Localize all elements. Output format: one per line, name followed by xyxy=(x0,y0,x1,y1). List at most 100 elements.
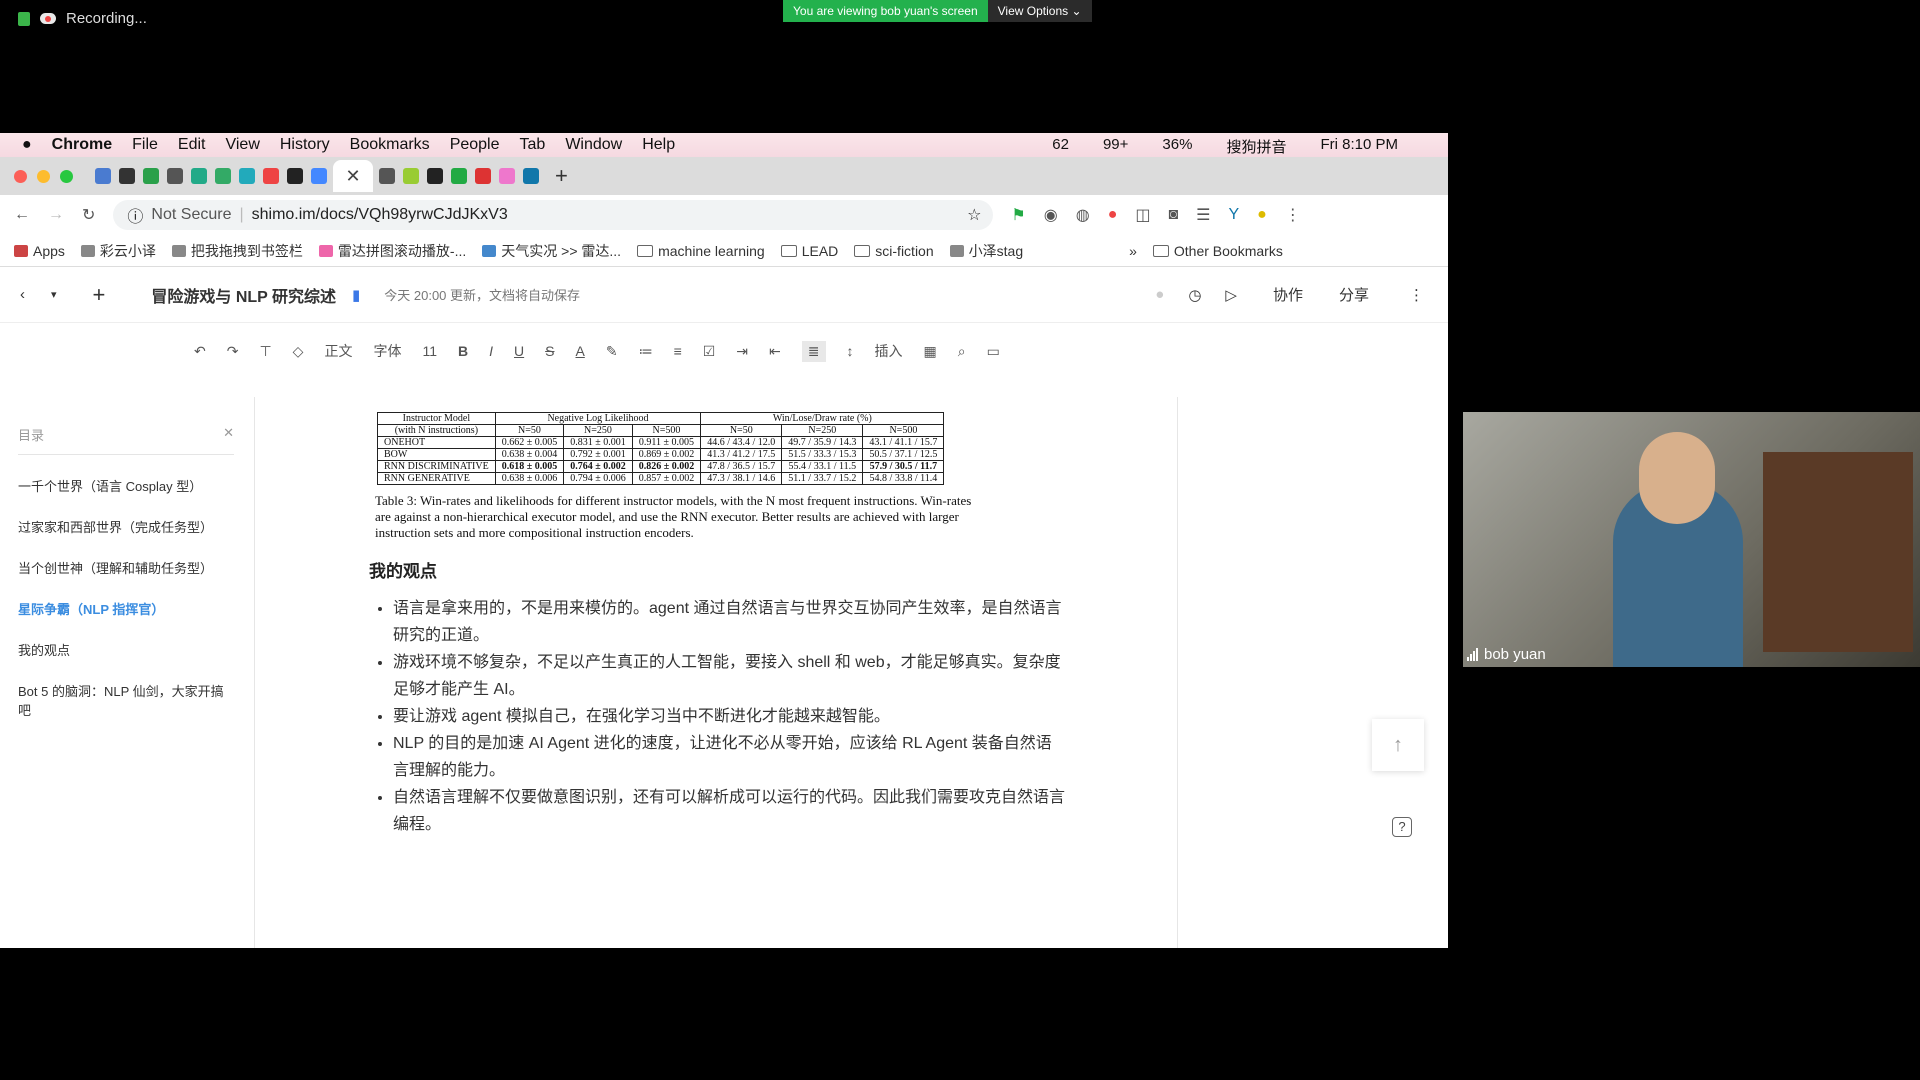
more-icon[interactable]: ⋮ xyxy=(1409,286,1424,304)
tab-favicon[interactable] xyxy=(119,168,135,184)
find-icon[interactable]: ⌕ xyxy=(958,343,966,360)
table-icon[interactable]: ▦ xyxy=(924,343,937,360)
profile-icon[interactable]: ● xyxy=(1257,206,1267,224)
align-icon[interactable]: ≣ xyxy=(801,340,826,362)
tab-favicon[interactable] xyxy=(215,168,231,184)
redo-icon[interactable]: ↷ xyxy=(227,343,239,360)
insert-menu[interactable]: 插入 xyxy=(875,341,903,361)
view-options-button[interactable]: View Options ⌄ xyxy=(987,0,1092,22)
bookmark-folder[interactable]: sci-fiction xyxy=(854,243,934,259)
tab-favicon[interactable] xyxy=(451,168,467,184)
close-toc-icon[interactable]: ✕ xyxy=(223,425,234,444)
toc-item-active[interactable]: 星际争霸（NLP 指挥官） xyxy=(18,600,234,619)
tab-favicon[interactable] xyxy=(95,168,111,184)
extension-icon[interactable]: ⚑ xyxy=(1011,205,1025,225)
tab-favicon[interactable] xyxy=(311,168,327,184)
outdent-icon[interactable]: ⇤ xyxy=(769,343,781,360)
tab-favicon[interactable] xyxy=(499,168,515,184)
menu-app[interactable]: Chrome xyxy=(52,136,112,154)
tab-favicon[interactable] xyxy=(167,168,183,184)
bookmark-apps[interactable]: Apps xyxy=(14,243,65,259)
tab-favicon[interactable] xyxy=(287,168,303,184)
menu-tab[interactable]: Tab xyxy=(520,136,546,154)
tab-favicon[interactable] xyxy=(523,168,539,184)
new-tab-icon[interactable]: + xyxy=(555,163,568,189)
notification-count[interactable]: 62 xyxy=(1052,136,1069,157)
undo-icon[interactable]: ↶ xyxy=(194,343,206,360)
share-button[interactable]: 分享 xyxy=(1339,284,1369,305)
bookmark-item[interactable]: 天气实况 >> 雷达... xyxy=(482,241,621,261)
font-select[interactable]: 字体 xyxy=(373,341,401,361)
tab-favicon[interactable] xyxy=(263,168,279,184)
bookmark-other[interactable]: Other Bookmarks xyxy=(1152,243,1283,259)
reload-icon[interactable]: ↻ xyxy=(82,205,95,225)
bookmark-item[interactable]: 彩云小译 xyxy=(80,241,156,261)
highlight-icon[interactable]: ✎ xyxy=(606,343,618,360)
bold-icon[interactable]: B xyxy=(458,343,468,359)
ordered-list-icon[interactable]: ≔ xyxy=(639,343,653,360)
nav-dropdown-icon[interactable]: ▾ xyxy=(51,288,57,301)
url-text[interactable]: shimo.im/docs/VQh98yrwCJdJKxV3 xyxy=(252,206,508,224)
paragraph-style-select[interactable]: 正文 xyxy=(324,341,352,361)
bullet-list-icon[interactable]: ≡ xyxy=(674,343,682,359)
tab-favicon[interactable] xyxy=(239,168,255,184)
zoom-window-icon[interactable] xyxy=(60,169,73,183)
menu-people[interactable]: People xyxy=(450,136,500,154)
forward-icon[interactable]: → xyxy=(48,206,64,224)
bookmark-item[interactable]: 把我拖拽到书签栏 xyxy=(171,241,303,261)
new-doc-icon[interactable]: + xyxy=(93,282,106,308)
document-page[interactable]: Instructor Model Negative Log Likelihood… xyxy=(254,397,1178,948)
close-window-icon[interactable] xyxy=(14,169,27,183)
scroll-top-button[interactable]: ↑ xyxy=(1372,719,1424,771)
collab-button[interactable]: 协作 xyxy=(1273,284,1303,305)
checklist-icon[interactable]: ☑ xyxy=(703,343,716,360)
tab-favicon[interactable] xyxy=(379,168,395,184)
italic-icon[interactable]: I xyxy=(489,343,493,359)
minimize-window-icon[interactable] xyxy=(37,169,50,183)
tab-favicon[interactable] xyxy=(143,168,159,184)
help-icon[interactable]: ? xyxy=(1392,817,1412,837)
format-painter-icon[interactable]: ⊤ xyxy=(259,343,271,360)
camera-icon[interactable]: ◙ xyxy=(1168,206,1178,224)
font-size-select[interactable]: 11 xyxy=(422,343,437,359)
extension-icon[interactable]: ☰ xyxy=(1196,205,1210,225)
bookmark-item[interactable]: 雷达拼图滚动播放-... xyxy=(318,241,466,261)
bookmark-item[interactable]: 小泽stag xyxy=(949,241,1023,261)
apple-icon[interactable]: ● xyxy=(22,136,32,154)
menu-window[interactable]: Window xyxy=(565,136,622,154)
underline-icon[interactable]: U xyxy=(514,343,524,359)
strikethrough-icon[interactable]: S xyxy=(545,343,554,359)
menu-history[interactable]: History xyxy=(280,136,330,154)
bookmark-folder[interactable]: LEAD xyxy=(780,243,838,259)
menu-bookmarks[interactable]: Bookmarks xyxy=(350,136,430,154)
pocket-icon[interactable]: ◫ xyxy=(1135,205,1150,225)
chrome-menu-icon[interactable]: ⋮ xyxy=(1285,205,1301,225)
toc-item[interactable]: 我的观点 xyxy=(18,641,234,660)
toc-item[interactable]: 当个创世神（理解和辅助任务型） xyxy=(18,559,234,578)
toc-item[interactable]: Bot 5 的脑洞：NLP 仙剑，大家开搞吧 xyxy=(18,682,234,720)
bookmark-star-icon[interactable]: ☆ xyxy=(967,205,981,225)
clear-format-icon[interactable]: ◇ xyxy=(293,343,304,360)
participant-video[interactable] xyxy=(1463,412,1920,667)
tab-favicon[interactable] xyxy=(191,168,207,184)
menu-edit[interactable]: Edit xyxy=(178,136,206,154)
toc-item[interactable]: 一千个世界（语言 Cosplay 型） xyxy=(18,477,234,496)
comment-icon[interactable]: ▭ xyxy=(987,343,1000,360)
extension-icon[interactable]: ◍ xyxy=(1076,205,1090,225)
indent-icon[interactable]: ⇥ xyxy=(736,343,748,360)
wechat-count[interactable]: 99+ xyxy=(1103,136,1128,157)
clock[interactable]: Fri 8:10 PM xyxy=(1320,136,1398,157)
line-spacing-icon[interactable]: ↕ xyxy=(847,343,854,359)
present-icon[interactable]: ▷ xyxy=(1225,286,1237,304)
back-icon[interactable]: ← xyxy=(14,206,30,224)
tab-favicon[interactable] xyxy=(475,168,491,184)
extension-icon[interactable]: ◉ xyxy=(1044,205,1058,225)
omnibox[interactable]: ⓘ Not Secure | shimo.im/docs/VQh98yrwCJd… xyxy=(113,200,994,230)
active-tab-close-icon[interactable]: ✕ xyxy=(333,160,373,192)
input-method[interactable]: 搜狗拼音 xyxy=(1226,136,1286,157)
more-bookmarks-icon[interactable]: » xyxy=(1129,243,1137,259)
extension-icon[interactable]: Y xyxy=(1229,206,1240,224)
tab-favicon[interactable] xyxy=(403,168,419,184)
extension-icon[interactable]: ● xyxy=(1108,206,1118,224)
menu-view[interactable]: View xyxy=(225,136,259,154)
